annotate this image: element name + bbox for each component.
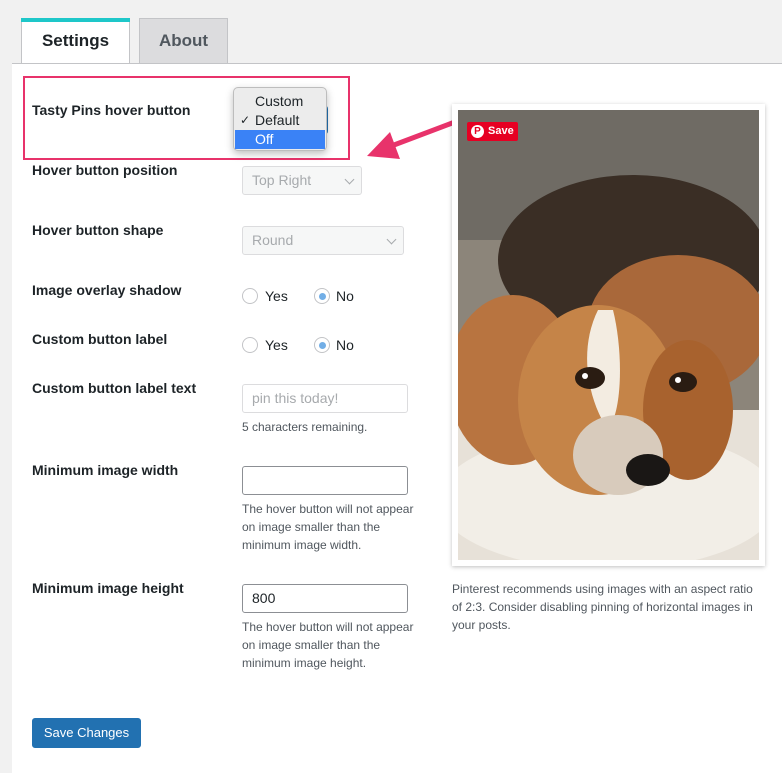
min-width-help: The hover button will not appear on imag…	[242, 502, 414, 552]
pinterest-note: Pinterest recommends using images with a…	[452, 582, 753, 632]
hover-position-value: Top Right	[252, 172, 312, 188]
hover-position-label: Hover button position	[32, 162, 178, 178]
checkmark-icon: ✓	[240, 113, 251, 127]
image-preview-card: P Save	[452, 104, 765, 566]
pinterest-icon: P	[471, 125, 484, 138]
tab-settings[interactable]: Settings	[21, 18, 130, 65]
chevron-down-icon	[386, 234, 397, 245]
pinterest-save-button[interactable]: P Save	[467, 122, 518, 141]
hover-button-dropdown[interactable]: Custom ✓ Default Off	[233, 87, 327, 151]
custom-label-no-radio[interactable]	[314, 337, 330, 353]
option-default[interactable]: ✓ Default	[235, 111, 325, 130]
hover-shape-select[interactable]: Round	[242, 226, 404, 255]
overlay-shadow-yes-label: Yes	[265, 288, 288, 304]
hover-position-select[interactable]: Top Right	[242, 166, 362, 195]
overlay-shadow-no-label: No	[336, 288, 354, 304]
characters-remaining: 5 characters remaining.	[242, 420, 368, 434]
option-custom[interactable]: Custom	[235, 92, 325, 111]
overlay-shadow-yes-radio[interactable]	[242, 288, 258, 304]
tab-bar: Settings About	[0, 0, 782, 65]
custom-label-yes-radio[interactable]	[242, 337, 258, 353]
tab-about[interactable]: About	[139, 18, 228, 64]
min-width-input[interactable]	[242, 466, 408, 495]
dog-photo: P Save	[458, 110, 759, 560]
custom-label-no-label: No	[336, 337, 354, 353]
overlay-shadow-label: Image overlay shadow	[32, 282, 182, 298]
min-height-help: The hover button will not appear on imag…	[242, 620, 414, 670]
custom-label-text-label: Custom button label text	[32, 380, 197, 396]
option-off[interactable]: Off	[235, 130, 325, 149]
overlay-shadow-no-radio[interactable]	[314, 288, 330, 304]
chevron-down-icon	[344, 174, 355, 185]
custom-label-label: Custom button label	[32, 331, 168, 347]
min-width-label: Minimum image width	[32, 462, 179, 478]
min-height-input[interactable]: 800	[242, 584, 408, 613]
hover-shape-label: Hover button shape	[32, 222, 164, 238]
custom-label-yes-label: Yes	[265, 337, 288, 353]
hover-shape-value: Round	[252, 232, 294, 248]
min-height-label: Minimum image height	[32, 580, 184, 596]
save-changes-button[interactable]: Save Changes	[32, 718, 141, 748]
custom-label-text-input[interactable]: pin this today!	[242, 384, 408, 413]
settings-panel: Tasty Pins hover button Hover button pos…	[12, 63, 782, 773]
